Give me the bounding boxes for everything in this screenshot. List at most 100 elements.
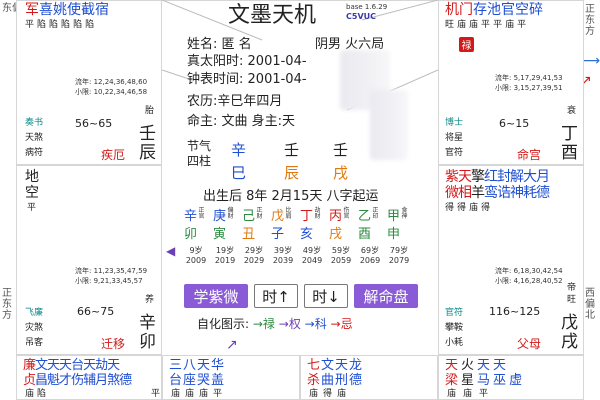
direction-label-right-bottom: 西偏北 xyxy=(585,288,595,321)
privacy-blur-2 xyxy=(370,90,408,160)
dayun-column[interactable]: 戊比肩子 39岁 2039 xyxy=(269,208,297,265)
dayun-branch: 酉 xyxy=(358,227,372,242)
sihua-legend: 自化图示: →禄 →权 →科 →忌 xyxy=(197,317,353,331)
learn-ziwei-button[interactable]: 学紫微 xyxy=(184,284,248,308)
suiqian-god: 攀鞍 xyxy=(445,323,464,333)
palace-ganzhi: 壬辰 xyxy=(139,124,156,163)
dayun-column[interactable]: 辛正官卯 9岁 2009 xyxy=(182,208,210,265)
app-version-code: C5VUC xyxy=(346,12,376,21)
dayun-stem: 丁 xyxy=(300,209,314,224)
xiaoxian-years: 小限: 10,22,34,46,58 xyxy=(75,88,148,96)
interpret-chart-button[interactable]: 解命盘 xyxy=(354,284,418,308)
jiangqian-god: 小耗 xyxy=(445,338,464,348)
brightness-row: 庙陷 xyxy=(25,389,50,399)
liunian-years: 流年: 11,23,35,47,59 xyxy=(75,267,148,275)
dayun-age: 49岁 xyxy=(302,246,322,255)
palace-name: 迁移 xyxy=(101,337,126,351)
dayun-column[interactable]: 甲食神申 79岁 2079 xyxy=(385,208,413,265)
dayun-branch: 子 xyxy=(271,227,285,242)
time-down-button[interactable]: 时↓ xyxy=(304,284,348,308)
qiyun-text: 出生后 8年 2月15天 八字起运 xyxy=(203,189,379,204)
star-row-1: 三八天华 xyxy=(169,358,226,373)
suiqian-god: 将星 xyxy=(445,133,464,143)
dayun-stem: 戊 xyxy=(271,209,285,224)
palace-cell-qianyi[interactable]: 地 空 平 流年: 11,23,35,47,59 小限: 9,21,33,45,… xyxy=(16,165,162,355)
star-row-2: 梁星马巫虚 xyxy=(445,373,526,388)
brightness-row: 庙庙平 xyxy=(447,389,496,399)
daxian-range: 56~65 xyxy=(75,117,113,130)
dayun-stem: 丙 xyxy=(329,209,343,224)
sizhu-label: 四柱 xyxy=(187,154,212,168)
suiqian-god: 灾煞 xyxy=(25,323,44,333)
dayun-branch: 丑 xyxy=(242,227,256,242)
dayun-column[interactable]: 庚偏财寅 19岁 2019 xyxy=(211,208,239,265)
dayun-column[interactable]: 丙伤官戌 59岁 2059 xyxy=(327,208,355,265)
dayun-column[interactable]: 丁劫财亥 49岁 2049 xyxy=(298,208,326,265)
brightness-last: 平 xyxy=(151,389,161,399)
dayun-tengod: 偏财 xyxy=(227,207,234,220)
brightness-row: 庙得庙 xyxy=(309,389,352,399)
brightness: 平 xyxy=(27,203,37,213)
dayun-year: 2009 xyxy=(185,256,207,265)
lu-seal: 禄 xyxy=(459,37,474,52)
star-dikong: 空 xyxy=(25,185,39,201)
dayun-column[interactable]: 乙正印酉 69岁 2069 xyxy=(356,208,384,265)
dayun-year: 2069 xyxy=(359,256,381,265)
palace-ganzhi: 丁酉 xyxy=(561,124,578,163)
time-up-button[interactable]: 时↑ xyxy=(254,284,298,308)
boshi-god: 飞廉 xyxy=(25,308,44,318)
daxian-range: 116~125 xyxy=(489,305,541,318)
palace-cell-ming[interactable]: 机门存池官空碎 旺庙庙平平庙平 禄 流年: 5,17,29,41,53 小限: … xyxy=(438,0,584,165)
star-row-1: 廉文天天台天劫天 xyxy=(23,358,120,373)
palace-cell-fumu[interactable]: 紫天擎红封解大月 微相羊鸾诰神耗德 得得庙得 流年: 6,18,30,42,54… xyxy=(438,165,584,355)
dayun-branch: 寅 xyxy=(213,227,227,242)
app-version: base 1.6.29 xyxy=(346,3,388,11)
palace-cell-bottom-mid2[interactable]: 七文天龙 杀曲刑德 庙得庙 xyxy=(300,355,438,400)
dayun-tengod: 正财 xyxy=(256,207,263,220)
pillar-year-stem: 辛 xyxy=(231,141,247,159)
dayun-stem: 乙 xyxy=(358,209,372,224)
pillar-year-branch: 巳 xyxy=(231,164,247,182)
dayun-tengod: 正印 xyxy=(372,207,379,220)
dayun-tengod: 比肩 xyxy=(285,207,292,220)
palace-cell-bottom-left[interactable]: 廉文天天台天劫天 贞昌魁才伤辅月煞德 庙陷 平 xyxy=(16,355,162,400)
xiaoxian-years: 小限: 9,21,33,45,57 xyxy=(75,277,143,285)
jiangqian-god: 病符 xyxy=(25,148,44,158)
dayun-year: 2079 xyxy=(388,256,410,265)
brightness-row: 平陷陷陷陷陷 xyxy=(25,20,98,30)
liunian-years: 流年: 12,24,36,48,60 xyxy=(75,78,148,86)
brightness-row: 旺庙庙平平庙平 xyxy=(445,20,530,30)
sihua-ji: →忌 xyxy=(330,317,353,331)
clock-time-row: 钟表时间: 2001-04- xyxy=(187,72,307,87)
boshi-god: 奏书 xyxy=(25,118,44,128)
pillar-month-branch: 辰 xyxy=(284,164,300,182)
changsheng-1: 帝 xyxy=(567,283,577,293)
dayun-year: 2039 xyxy=(272,256,294,265)
star-row-1: 天火天天 xyxy=(445,358,510,373)
palace-name: 命宫 xyxy=(517,148,542,162)
palace-cell-jie[interactable]: 军喜姚使截宿 平陷陷陷陷陷 流年: 12,24,36,48,60 小限: 10,… xyxy=(16,0,162,165)
dayun-column[interactable]: 己正财丑 29岁 2029 xyxy=(240,208,268,265)
palace-cell-bottom-right[interactable]: 天火天天 梁星马巫虚 庙庙平 xyxy=(438,355,584,400)
dayun-age: 59岁 xyxy=(331,246,351,255)
boshi-god: 博士 xyxy=(445,118,464,128)
pillar-day-stem: 壬 xyxy=(333,141,349,159)
dayun-tengod: 劫财 xyxy=(314,207,321,220)
dayun-stem: 庚 xyxy=(213,209,227,224)
name-row: 姓名: 匿 名 xyxy=(187,37,252,52)
xiaoxian-years: 小限: 3,15,27,39,51 xyxy=(495,84,563,92)
app-title: 文墨天机 xyxy=(228,3,317,28)
dayun-age: 19岁 xyxy=(215,246,235,255)
palace-name: 疾厄 xyxy=(101,148,126,162)
lunar-row: 农历:辛巳年四月 xyxy=(187,94,283,109)
brightness-row: 庙庙庙平 xyxy=(171,389,228,399)
dayun-year: 2019 xyxy=(214,256,236,265)
sihua-quan: →权 xyxy=(278,317,301,331)
dayun-stem: 甲 xyxy=(387,209,401,224)
changsheng: 衰 xyxy=(567,106,577,116)
direction-label-right-top: 正东方 xyxy=(585,4,595,37)
star-row-2: 贞昌魁才伤辅月煞德 xyxy=(23,373,132,388)
palace-cell-bottom-mid1[interactable]: 三八天华 台座哭盖 庙庙庙平 xyxy=(162,355,300,400)
jieqi-label: 节气 xyxy=(187,139,212,153)
liunian-years: 流年: 5,17,29,41,53 xyxy=(495,74,563,82)
